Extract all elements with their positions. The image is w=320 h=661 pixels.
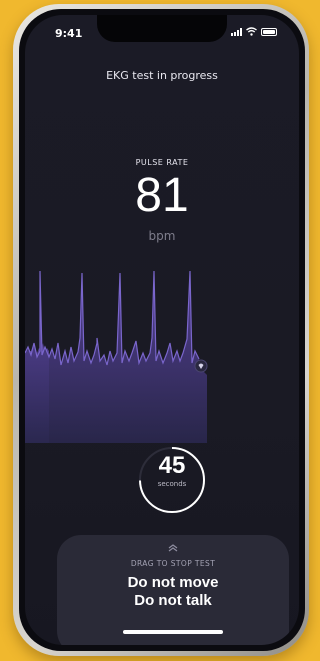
drag-to-stop-label: DRAG TO STOP TEST [130,559,216,568]
pulse-rate-unit: bpm [148,229,176,243]
instruction-line-2: Do not talk [134,592,212,609]
pulse-rate-value: 81 [135,169,189,222]
instruction-line-1: Do not move [127,574,219,591]
chevron-up-icon [168,544,178,552]
signal-icon [231,27,242,36]
notch [97,15,227,42]
app-screen: 9:41 EKG test in progress PULSE RATE 81 … [25,15,299,645]
pulse-rate-label: PULSE RATE [135,158,189,167]
home-indicator[interactable] [123,630,223,634]
ekg-waveform [25,270,208,443]
status-icons [231,27,277,36]
page-title: EKG test in progress [106,69,218,82]
battery-icon [261,27,277,36]
status-time: 9:41 [55,27,83,40]
wifi-icon [246,27,257,36]
drag-to-stop-panel[interactable]: DRAG TO STOP TEST Do not move Do not tal… [57,535,289,645]
timer-value: 45 [158,452,186,479]
timer-unit: seconds [157,480,187,488]
